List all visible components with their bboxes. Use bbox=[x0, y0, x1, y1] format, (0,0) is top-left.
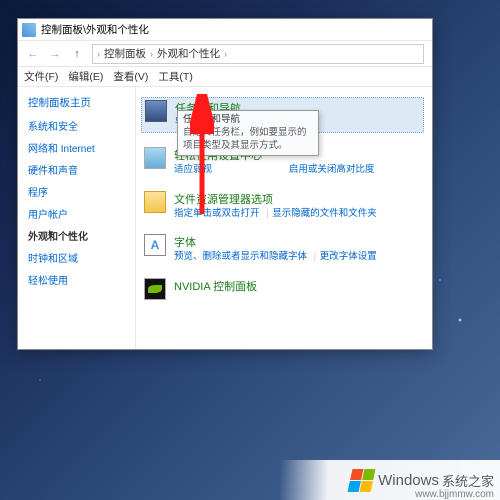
control-panel-icon bbox=[22, 23, 36, 37]
windows-logo-icon bbox=[348, 469, 376, 492]
breadcrumb[interactable]: › 控制面板 › 外观和个性化 › bbox=[92, 44, 424, 64]
category-explorer: 文件资源管理器选项 指定单击或双击打开 | 显示隐藏的文件和文件夹 bbox=[144, 191, 424, 221]
menubar: 文件(F) 编辑(E) 查看(V) 工具(T) bbox=[18, 67, 432, 87]
link-font-settings[interactable]: 更改字体设置 bbox=[320, 251, 377, 262]
link-click-open[interactable]: 指定单击或双击打开 bbox=[174, 208, 260, 219]
folder-icon bbox=[144, 191, 166, 213]
taskbar-icon bbox=[145, 100, 167, 122]
font-icon: A bbox=[144, 234, 166, 256]
nvidia-icon bbox=[144, 278, 166, 300]
ease-icon bbox=[144, 147, 166, 169]
cat-sub-fonts: 预览、删除或者显示和隐藏字体 | 更改字体设置 bbox=[174, 251, 424, 264]
menu-edit[interactable]: 编辑(E) bbox=[68, 69, 103, 84]
category-fonts: A 字体 预览、删除或者显示和隐藏字体 | 更改字体设置 bbox=[144, 234, 424, 264]
link-lowvision[interactable]: 适应弱视 bbox=[174, 164, 212, 175]
control-panel-window: 控制面板\外观和个性化 ← → ↑ › 控制面板 › 外观和个性化 › 文件(F… bbox=[17, 18, 433, 350]
category-nvidia: NVIDIA 控制面板 bbox=[144, 278, 424, 300]
menu-tools[interactable]: 工具(T) bbox=[158, 69, 192, 84]
cat-title-explorer[interactable]: 文件资源管理器选项 bbox=[174, 191, 424, 207]
tooltip-title: 任务栏和导航 bbox=[183, 114, 313, 127]
chevron-right-icon: › bbox=[224, 49, 227, 59]
watermark-brand: Windows bbox=[378, 472, 439, 489]
titlebar: 控制面板\外观和个性化 bbox=[18, 19, 432, 41]
active-marker-icon bbox=[49, 230, 56, 236]
sidebar-item-clock[interactable]: 时钟和区域 bbox=[28, 250, 131, 265]
crumb-appearance[interactable]: 外观和个性化 bbox=[157, 46, 220, 61]
cat-sub-ease: 适应弱视 启用或关闭高对比度 bbox=[174, 164, 424, 177]
menu-view[interactable]: 查看(V) bbox=[113, 69, 148, 84]
sidebar: 控制面板主页 系统和安全 网络和 Internet 硬件和声音 程序 用户帐户 … bbox=[18, 87, 136, 349]
forward-button[interactable]: → bbox=[44, 44, 66, 64]
sidebar-item-appearance[interactable]: 外观和个性化 bbox=[28, 228, 131, 243]
up-button[interactable]: ↑ bbox=[66, 44, 88, 64]
tooltip: 任务栏和导航 自定义任务栏，例如要显示的项目类型及其显示方式。 bbox=[177, 110, 319, 156]
back-button[interactable]: ← bbox=[22, 44, 44, 64]
sidebar-item-hardware[interactable]: 硬件和声音 bbox=[28, 162, 131, 177]
navbar: ← → ↑ › 控制面板 › 外观和个性化 › bbox=[18, 41, 432, 67]
sidebar-home[interactable]: 控制面板主页 bbox=[28, 95, 131, 110]
chevron-right-icon: › bbox=[97, 49, 100, 59]
sidebar-item-system[interactable]: 系统和安全 bbox=[28, 118, 131, 133]
window-title: 控制面板\外观和个性化 bbox=[41, 22, 149, 37]
link-contrast[interactable]: 启用或关闭高对比度 bbox=[289, 164, 375, 175]
crumb-control-panel[interactable]: 控制面板 bbox=[104, 46, 146, 61]
sidebar-item-programs[interactable]: 程序 bbox=[28, 184, 131, 199]
link-font-preview[interactable]: 预览、删除或者显示和隐藏字体 bbox=[174, 251, 307, 262]
sidebar-item-ease[interactable]: 轻松使用 bbox=[28, 272, 131, 287]
sidebar-item-network[interactable]: 网络和 Internet bbox=[28, 140, 131, 155]
cat-title-nvidia[interactable]: NVIDIA 控制面板 bbox=[174, 278, 424, 294]
watermark-url: www.bjjmmw.com bbox=[415, 489, 494, 500]
menu-file[interactable]: 文件(F) bbox=[24, 69, 58, 84]
cat-sub-explorer: 指定单击或双击打开 | 显示隐藏的文件和文件夹 bbox=[174, 208, 424, 221]
link-hidden-files[interactable]: 显示隐藏的文件和文件夹 bbox=[272, 208, 377, 219]
chevron-right-icon: › bbox=[150, 49, 153, 59]
watermark-tag: 系统之家 bbox=[442, 471, 494, 490]
sidebar-item-users[interactable]: 用户帐户 bbox=[28, 206, 131, 221]
cat-title-fonts[interactable]: 字体 bbox=[174, 234, 424, 250]
tooltip-body: 自定义任务栏，例如要显示的项目类型及其显示方式。 bbox=[183, 127, 313, 153]
